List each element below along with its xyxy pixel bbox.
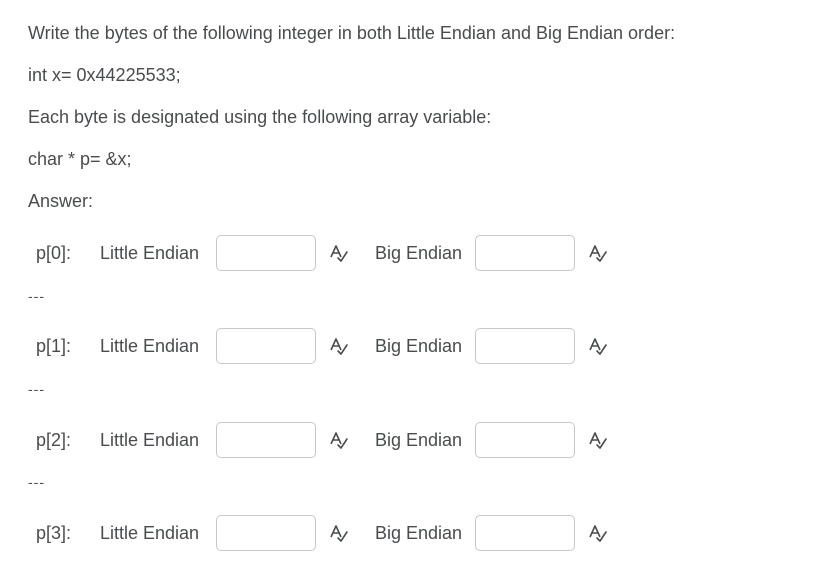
spellcheck-icon[interactable]	[587, 522, 609, 544]
big-endian-input-p3[interactable]	[475, 515, 575, 551]
answer-row-p0: p[0]: Little Endian Big Endian	[36, 233, 634, 273]
spellcheck-icon[interactable]	[587, 242, 609, 264]
byte-label: p[1]:	[36, 335, 72, 356]
little-endian-input-p3[interactable]	[216, 515, 316, 551]
spellcheck-icon[interactable]	[328, 242, 350, 264]
designation-text: Each byte is designated using the follow…	[28, 107, 492, 127]
little-endian-input-p2[interactable]	[216, 422, 316, 458]
row-separator: ---	[28, 474, 45, 490]
little-endian-input-p0[interactable]	[216, 235, 316, 271]
big-endian-label: Big Endian	[375, 522, 463, 543]
big-endian-label: Big Endian	[375, 242, 463, 263]
big-endian-input-p2[interactable]	[475, 422, 575, 458]
row-separator: ---	[28, 381, 45, 397]
answer-label: Answer:	[28, 191, 94, 211]
question-prompt: Write the bytes of the following integer…	[28, 23, 676, 43]
pointer-declaration: char * p= &x;	[28, 149, 132, 169]
little-endian-label: Little Endian	[100, 242, 200, 263]
byte-label: p[2]:	[36, 429, 72, 450]
spellcheck-icon[interactable]	[328, 429, 350, 451]
little-endian-label: Little Endian	[100, 429, 200, 450]
big-endian-input-p1[interactable]	[475, 328, 575, 364]
integer-declaration: int x= 0x44225533;	[28, 65, 181, 85]
answer-row-p3: p[3]: Little Endian Big Endian	[36, 513, 634, 553]
little-endian-label: Little Endian	[100, 335, 200, 356]
answer-row-p1: p[1]: Little Endian Big Endian	[36, 326, 634, 366]
spellcheck-icon[interactable]	[587, 429, 609, 451]
byte-label: p[3]:	[36, 522, 72, 543]
spellcheck-icon[interactable]	[587, 335, 609, 357]
spellcheck-icon[interactable]	[328, 522, 350, 544]
little-endian-label: Little Endian	[100, 522, 200, 543]
spellcheck-icon[interactable]	[328, 335, 350, 357]
big-endian-label: Big Endian	[375, 335, 463, 356]
little-endian-input-p1[interactable]	[216, 328, 316, 364]
answer-row-p2: p[2]: Little Endian Big Endian	[36, 420, 634, 460]
byte-label: p[0]:	[36, 242, 72, 263]
row-separator: ---	[28, 288, 45, 304]
big-endian-input-p0[interactable]	[475, 235, 575, 271]
big-endian-label: Big Endian	[375, 429, 463, 450]
